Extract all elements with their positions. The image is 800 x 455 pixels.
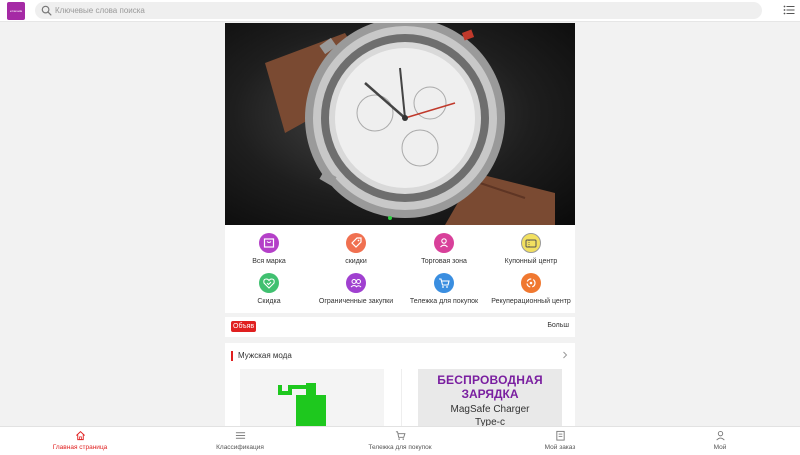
category-label: скидки bbox=[345, 258, 367, 265]
section-title: Мужская мода bbox=[238, 351, 292, 360]
cart-icon bbox=[434, 273, 454, 293]
promo-line-2: ЗАРЯДКА bbox=[461, 387, 519, 401]
list-icon bbox=[235, 432, 245, 439]
category-limited-purchases[interactable]: Ограниченные закупки bbox=[312, 273, 400, 313]
bag-icon bbox=[259, 233, 279, 253]
logo-text: eCanada bbox=[9, 9, 23, 13]
coupon-icon bbox=[521, 233, 541, 253]
main-content: Вся марка скидки Торговая зона Купонный … bbox=[225, 23, 575, 426]
search-input[interactable] bbox=[55, 3, 745, 18]
announcement-bar[interactable]: Объяв Больш bbox=[225, 317, 575, 337]
category-label: Тележка для покупок bbox=[409, 298, 479, 305]
banner-carousel[interactable] bbox=[225, 23, 575, 225]
category-all-brands[interactable]: Вся марка bbox=[225, 233, 313, 273]
category-discounts[interactable]: скидки bbox=[312, 233, 400, 273]
nav-label: Тележка для покупок bbox=[368, 444, 432, 451]
product-card[interactable]: БЕСПРОВОДНАЯ ЗАРЯДКА MagSafe Charger Typ… bbox=[418, 369, 562, 426]
nav-classification[interactable]: Классификация bbox=[180, 430, 300, 454]
nav-label: Классификация bbox=[216, 444, 264, 451]
list-menu-icon[interactable] bbox=[783, 4, 795, 16]
search-bar[interactable] bbox=[35, 2, 762, 19]
more-link[interactable]: Больш bbox=[547, 322, 569, 329]
flower-icon bbox=[434, 233, 454, 253]
category-label: Торговая зона bbox=[421, 258, 467, 265]
carousel-indicator-dot[interactable] bbox=[388, 216, 392, 220]
order-icon bbox=[555, 430, 565, 441]
recycle-icon bbox=[521, 273, 541, 293]
top-bar: eCanada bbox=[0, 0, 800, 22]
nav-label: Мой bbox=[713, 444, 727, 451]
category-trade-zone[interactable]: Торговая зона bbox=[400, 233, 488, 273]
promo-line-1: БЕСПРОВОДНАЯ bbox=[437, 373, 543, 387]
promo-line-4: Type-c bbox=[474, 417, 505, 426]
category-label: Вся марка bbox=[252, 258, 286, 265]
nav-cart[interactable]: Тележка для покупок bbox=[340, 430, 460, 454]
cart-icon bbox=[395, 431, 406, 440]
category-label: Скидка bbox=[257, 298, 281, 305]
category-label: Рекуперационный центр bbox=[491, 298, 571, 305]
home-icon bbox=[75, 431, 85, 441]
promo-line-3: MagSafe Charger bbox=[450, 404, 530, 415]
category-label: Купонный центр bbox=[504, 258, 558, 265]
category-grid: Вся марка скидки Торговая зона Купонный … bbox=[225, 225, 575, 313]
bottom-navigation: Главная страница Классификация Тележка д… bbox=[0, 426, 800, 455]
category-recovery-center[interactable]: Рекуперационный центр bbox=[487, 273, 575, 313]
app-logo[interactable]: eCanada bbox=[7, 2, 25, 20]
mens-fashion-section: Мужская мода БЕСПРОВОДНАЯ ЗАРЯДКА MagSaf… bbox=[225, 343, 575, 426]
watch-image bbox=[265, 23, 555, 225]
announcement-badge: Объяв bbox=[231, 321, 257, 332]
nav-home[interactable]: Главная страница bbox=[20, 430, 140, 454]
users-icon bbox=[346, 273, 366, 293]
product-card[interactable] bbox=[240, 369, 384, 426]
nav-label: Главная страница bbox=[52, 444, 108, 451]
category-sale[interactable]: Скидка bbox=[225, 273, 313, 313]
nav-my-order[interactable]: Мой заказ bbox=[500, 430, 620, 454]
dispenser-bottle-image bbox=[278, 383, 326, 426]
divider bbox=[401, 369, 402, 426]
user-icon bbox=[715, 431, 725, 441]
category-label: Ограниченные закупки bbox=[318, 298, 394, 305]
heart-check-icon bbox=[259, 273, 279, 293]
section-accent-bar bbox=[231, 351, 233, 361]
chevron-right-icon[interactable] bbox=[561, 350, 569, 360]
nav-label: Мой заказ bbox=[544, 444, 576, 451]
category-coupon-center[interactable]: Купонный центр bbox=[487, 233, 575, 273]
search-icon bbox=[41, 5, 52, 16]
category-shopping-cart[interactable]: Тележка для покупок bbox=[400, 273, 488, 313]
nav-profile[interactable]: Мой bbox=[660, 430, 780, 454]
tag-icon bbox=[346, 233, 366, 253]
